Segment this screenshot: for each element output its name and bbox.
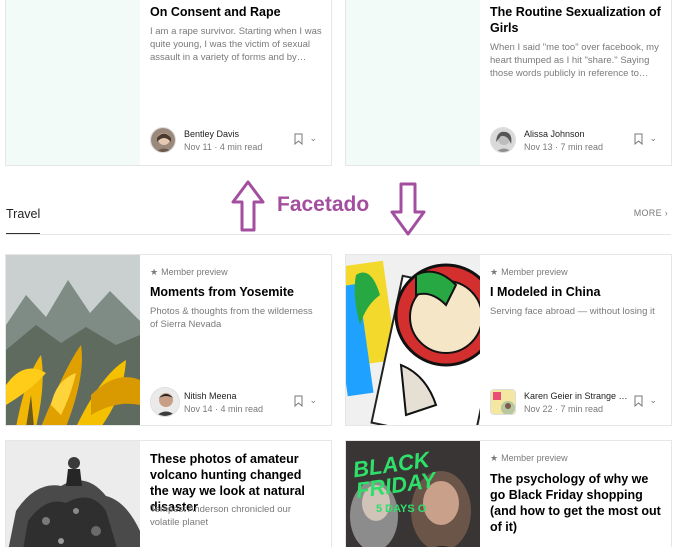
- star-icon: ★: [490, 267, 499, 277]
- member-preview-badge: ★ Member preview: [490, 267, 568, 278]
- member-preview-label: Member preview: [161, 267, 228, 277]
- story-thumbnail-placeholder[interactable]: [6, 0, 140, 165]
- more-link[interactable]: MORE ›: [634, 208, 668, 218]
- story-title[interactable]: Moments from Yosemite: [150, 284, 323, 300]
- story-meta: Nov 14 · 4 min read: [184, 404, 264, 414]
- story-thumbnail-collage[interactable]: [346, 255, 480, 425]
- member-preview-label: Member preview: [501, 267, 568, 277]
- member-preview-badge: ★ Member preview: [490, 453, 568, 464]
- chevron-down-icon[interactable]: ⌄: [309, 395, 317, 406]
- author-avatar[interactable]: [150, 387, 180, 417]
- annotation-label: Facetado: [277, 193, 370, 216]
- story-thumbnail-placeholder[interactable]: [346, 0, 480, 165]
- chevron-down-icon[interactable]: ⌄: [649, 395, 657, 406]
- black-friday-image-subtext: 5 DAYS O: [376, 503, 427, 515]
- story-description[interactable]: Tempest Anderson chronicled our volatile…: [150, 503, 323, 529]
- story-description[interactable]: Photos & thoughts from the wilderness of…: [150, 305, 323, 331]
- story-description[interactable]: Serving face abroad — without losing it: [490, 305, 663, 318]
- chevron-down-icon[interactable]: ⌄: [309, 133, 317, 144]
- story-meta: Nov 13 · 7 min read: [524, 142, 604, 152]
- bookmark-icon[interactable]: [634, 133, 643, 145]
- author-name[interactable]: Nitish Meena: [184, 391, 237, 401]
- arrow-down-icon: [390, 182, 426, 236]
- story-title[interactable]: The psychology of why we go Black Friday…: [490, 471, 663, 535]
- story-title[interactable]: The Routine Sexualization of Girls: [490, 4, 663, 36]
- member-preview-badge: ★ Member preview: [150, 267, 228, 278]
- author-name[interactable]: Alissa Johnson: [524, 129, 585, 139]
- story-description[interactable]: When I said "me too" over facebook, my h…: [490, 41, 663, 80]
- story-card[interactable]: The Routine Sexualization of Girls When …: [345, 0, 672, 166]
- member-preview-label: Member preview: [501, 453, 568, 463]
- author-name[interactable]: Karen Geier in Strange …: [524, 391, 628, 401]
- star-icon: ★: [150, 267, 159, 277]
- section-divider: [6, 234, 671, 235]
- bookmark-icon[interactable]: [294, 395, 303, 407]
- story-meta: Nov 11 · 4 min read: [184, 142, 263, 152]
- story-card[interactable]: BLACK FRIDAY 5 DAYS O ★ Member preview Th…: [345, 440, 672, 547]
- story-thumbnail-black-friday[interactable]: BLACK FRIDAY 5 DAYS O: [346, 441, 480, 547]
- author-avatar[interactable]: [150, 127, 176, 153]
- arrow-up-icon: [231, 180, 265, 232]
- author-name[interactable]: Bentley Davis: [184, 129, 239, 139]
- author-avatar[interactable]: [490, 127, 516, 153]
- story-card[interactable]: ★ Member preview Moments from Yosemite Ph…: [5, 254, 332, 426]
- story-card[interactable]: On Consent and Rape I am a rape survivor…: [5, 0, 332, 166]
- story-thumbnail-yosemite[interactable]: [6, 255, 140, 425]
- story-card[interactable]: These photos of amateur volcano hunting …: [5, 440, 332, 547]
- story-title[interactable]: On Consent and Rape: [150, 4, 323, 20]
- chevron-down-icon[interactable]: ⌄: [649, 133, 657, 144]
- bookmark-icon[interactable]: [634, 395, 643, 407]
- story-meta: Nov 22 · 7 min read: [524, 404, 604, 414]
- more-label: MORE: [633, 208, 662, 218]
- story-description[interactable]: I am a rape survivor. Starting when I wa…: [150, 25, 323, 64]
- story-card[interactable]: ★ Member preview I Modeled in China Servi…: [345, 254, 672, 426]
- section-title[interactable]: Travel: [6, 207, 40, 221]
- star-icon: ★: [490, 453, 499, 463]
- bookmark-icon[interactable]: [294, 133, 303, 145]
- author-avatar[interactable]: [490, 389, 516, 415]
- story-title[interactable]: I Modeled in China: [490, 284, 663, 300]
- story-thumbnail-volcano[interactable]: [6, 441, 140, 547]
